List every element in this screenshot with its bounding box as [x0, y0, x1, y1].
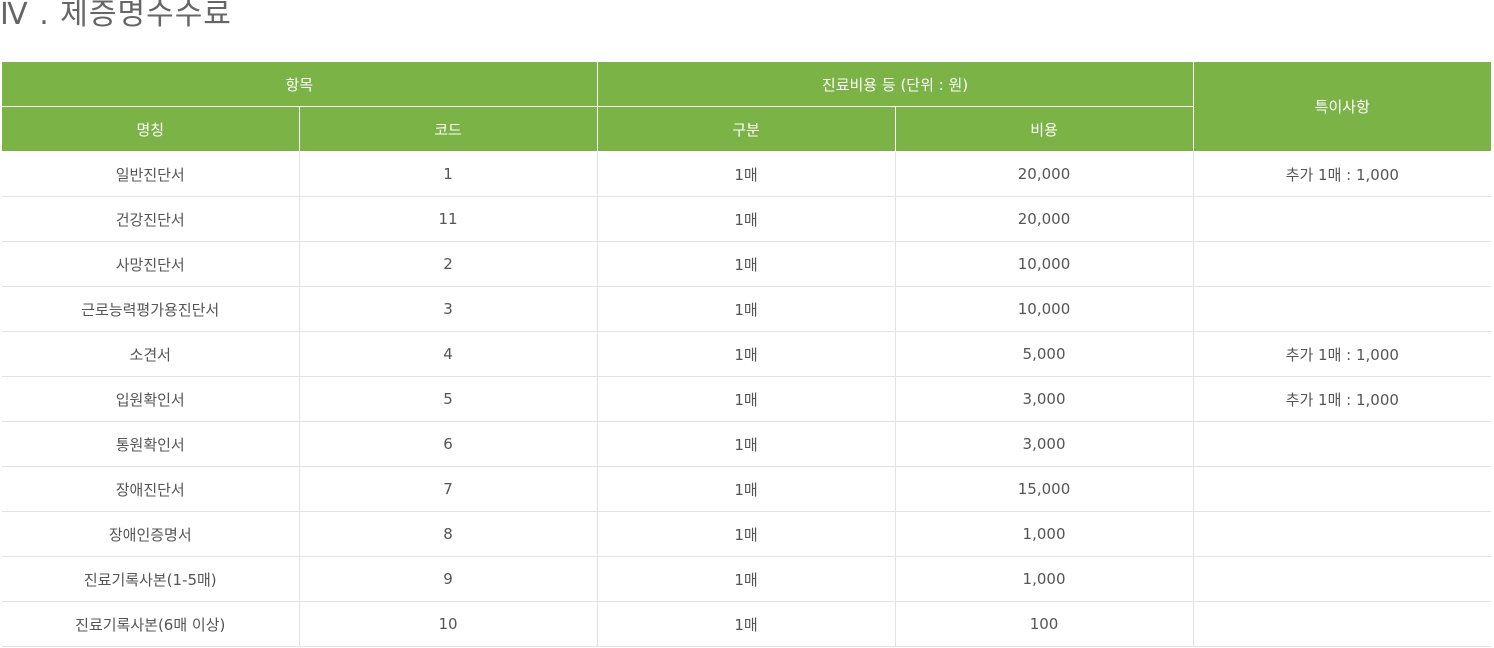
cell-cost: 100: [894, 601, 1194, 647]
cell-code: 2: [298, 241, 598, 287]
certificate-fee-table: 항목 진료비용 등 (단위 : 원) 특이사항 명칭 코드 구분 비용 일반진단…: [2, 62, 1492, 647]
cell-type: 1매: [596, 466, 896, 512]
header-group-row: 항목 진료비용 등 (단위 : 원) 특이사항: [2, 62, 1492, 152]
cell-type: 1매: [596, 151, 896, 197]
cell-code: 5: [298, 376, 598, 422]
cell-note: [1192, 196, 1492, 242]
cell-name: 소견서: [2, 331, 300, 377]
cell-note: [1192, 511, 1492, 557]
header-note: 특이사항: [1192, 62, 1492, 152]
cell-note: [1192, 241, 1492, 287]
cell-code: 6: [298, 421, 598, 467]
table-row: 사망진단서 2 1매 10,000: [2, 241, 1492, 287]
cell-name: 장애인증명서: [2, 511, 300, 557]
cell-note: [1192, 421, 1492, 467]
table-row: 장애진단서 7 1매 15,000: [2, 466, 1492, 512]
cell-code: 9: [298, 556, 598, 602]
header-name: 명칭: [2, 106, 300, 152]
header-item: 항목: [2, 62, 598, 107]
cell-name: 일반진단서: [2, 151, 300, 197]
table-row: 일반진단서 1 1매 20,000 추가 1매 : 1,000: [2, 151, 1492, 197]
table-row: 진료기록사본(1-5매) 9 1매 1,000: [2, 556, 1492, 602]
cell-cost: 3,000: [894, 421, 1194, 467]
cell-cost: 1,000: [894, 556, 1194, 602]
table-row: 진료기록사본(6매 이상) 10 1매 100: [2, 601, 1492, 647]
cell-cost: 1,000: [894, 511, 1194, 557]
header-cost-group: 진료비용 등 (단위 : 원): [596, 62, 1194, 107]
cell-type: 1매: [596, 556, 896, 602]
cell-note: 추가 1매 : 1,000: [1192, 151, 1492, 197]
cell-cost: 20,000: [894, 151, 1194, 197]
cell-note: [1192, 286, 1492, 332]
cell-name: 입원확인서: [2, 376, 300, 422]
cell-type: 1매: [596, 286, 896, 332]
cell-cost: 15,000: [894, 466, 1194, 512]
cell-name: 사망진단서: [2, 241, 300, 287]
table-row: 장애인증명서 8 1매 1,000: [2, 511, 1492, 557]
cell-note: [1192, 466, 1492, 512]
table-row: 근로능력평가용진단서 3 1매 10,000: [2, 286, 1492, 332]
header-code: 코드: [298, 106, 598, 152]
cell-code: 1: [298, 151, 598, 197]
table-row: 건강진단서 11 1매 20,000: [2, 196, 1492, 242]
cell-type: 1매: [596, 241, 896, 287]
cell-code: 11: [298, 196, 598, 242]
cell-code: 7: [298, 466, 598, 512]
cell-note: 추가 1매 : 1,000: [1192, 331, 1492, 377]
header-cost: 비용: [894, 106, 1194, 152]
cell-code: 10: [298, 601, 598, 647]
cell-type: 1매: [596, 421, 896, 467]
cell-cost: 3,000: [894, 376, 1194, 422]
cell-name: 근로능력평가용진단서: [2, 286, 300, 332]
cell-name: 진료기록사본(6매 이상): [2, 601, 300, 647]
cell-note: 추가 1매 : 1,000: [1192, 376, 1492, 422]
cell-cost: 20,000: [894, 196, 1194, 242]
cell-type: 1매: [596, 196, 896, 242]
cell-code: 4: [298, 331, 598, 377]
cell-code: 8: [298, 511, 598, 557]
cell-note: [1192, 556, 1492, 602]
cell-type: 1매: [596, 331, 896, 377]
table-row: 소견서 4 1매 5,000 추가 1매 : 1,000: [2, 331, 1492, 377]
table-row: 입원확인서 5 1매 3,000 추가 1매 : 1,000: [2, 376, 1492, 422]
cell-note: [1192, 601, 1492, 647]
cell-name: 진료기록사본(1-5매): [2, 556, 300, 602]
table-row: 통원확인서 6 1매 3,000: [2, 421, 1492, 467]
cell-cost: 10,000: [894, 286, 1194, 332]
cell-name: 통원확인서: [2, 421, 300, 467]
header-type: 구분: [596, 106, 896, 152]
page-title: Ⅳ . 제증명수수료: [0, 0, 232, 32]
cell-name: 건강진단서: [2, 196, 300, 242]
cell-cost: 10,000: [894, 241, 1194, 287]
cell-code: 3: [298, 286, 598, 332]
cell-type: 1매: [596, 511, 896, 557]
cell-type: 1매: [596, 376, 896, 422]
cell-cost: 5,000: [894, 331, 1194, 377]
cell-name: 장애진단서: [2, 466, 300, 512]
cell-type: 1매: [596, 601, 896, 647]
